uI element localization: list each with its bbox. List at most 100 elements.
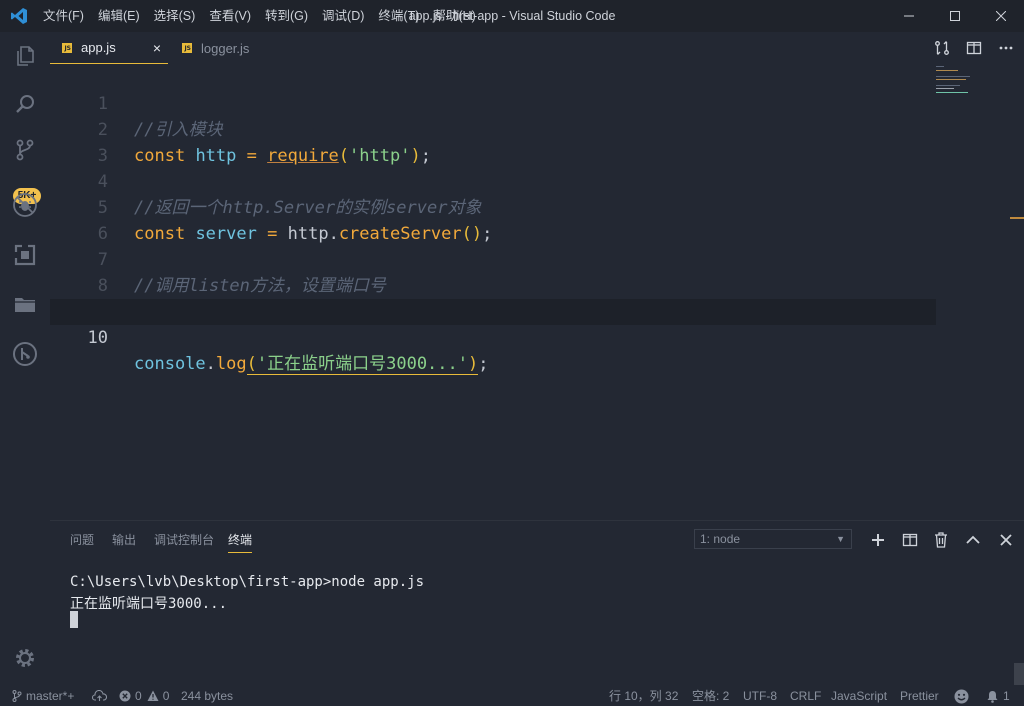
- dot: .: [205, 354, 216, 374]
- encoding[interactable]: UTF-8: [743, 686, 777, 706]
- terminal-cursor: [70, 611, 78, 628]
- menu-file[interactable]: 文件(F): [36, 0, 91, 32]
- notifications-button[interactable]: 1: [986, 686, 1010, 706]
- menu-selection[interactable]: 选择(S): [147, 0, 203, 32]
- smiley-icon: [954, 689, 969, 703]
- feedback-button[interactable]: [954, 686, 973, 706]
- kill-terminal-button[interactable]: [931, 530, 951, 550]
- close-tab-icon[interactable]: ×: [150, 32, 164, 64]
- settings-button[interactable]: [11, 644, 39, 672]
- split-icon: [902, 533, 918, 547]
- compare-changes-icon: [935, 41, 949, 55]
- source-control-icon: [16, 139, 34, 161]
- function-call: log: [215, 354, 247, 374]
- open-changes-button[interactable]: [931, 32, 953, 64]
- bell-icon: [987, 690, 998, 703]
- close-icon: [1000, 534, 1012, 546]
- maximize-icon: [950, 11, 960, 21]
- cloud-upload-icon: [92, 690, 107, 701]
- code-editor[interactable]: 1 //引入模块 2 const http = require('http');…: [50, 64, 1024, 520]
- sync-button[interactable]: [92, 686, 111, 706]
- tab-terminal[interactable]: 终端: [228, 521, 253, 559]
- line-number: 10: [87, 328, 108, 348]
- code-line: 8 server.listen(3000);: [50, 247, 936, 322]
- problems-indicator[interactable]: 0 0: [119, 686, 169, 706]
- split-terminal-button[interactable]: [900, 530, 920, 550]
- js-file-icon: JS: [62, 42, 72, 53]
- search-button[interactable]: [11, 90, 39, 118]
- bottom-panel: 问题 输出 调试控制台 终端 1: node ▼ C:\Users\lvb\De…: [50, 520, 1024, 686]
- code-line: 4 //返回一个http.Server的实例server对象: [50, 143, 936, 218]
- code-line: 9: [50, 273, 936, 322]
- folder-button[interactable]: [11, 290, 39, 318]
- menu-help[interactable]: 帮助(H): [426, 0, 482, 32]
- minimap[interactable]: [936, 64, 996, 94]
- close-window-button[interactable]: [978, 0, 1024, 32]
- search-icon: [16, 95, 34, 113]
- terminal-output-line: C:\Users\lvb\Desktop\first-app>node app.…: [70, 574, 425, 590]
- code-line-current: 10 console.log('正在监听端口号3000...');: [50, 299, 936, 375]
- git-graph-button[interactable]: [11, 340, 39, 368]
- indentation[interactable]: 空格: 2: [692, 686, 729, 706]
- extensions-icon: [14, 244, 36, 266]
- more-actions-button[interactable]: [995, 32, 1017, 64]
- chevron-down-icon: ▼: [836, 534, 845, 544]
- tab-debug-console[interactable]: 调试控制台: [154, 521, 214, 559]
- git-graph-icon: [13, 342, 37, 366]
- debug-icon: [13, 193, 37, 217]
- maximize-button[interactable]: [932, 0, 978, 32]
- maximize-panel-button[interactable]: [963, 530, 983, 550]
- menu-terminal[interactable]: 终端(T): [371, 0, 426, 32]
- formatter[interactable]: Prettier: [900, 686, 939, 706]
- chevron-up-icon: [966, 535, 980, 544]
- menu-debug[interactable]: 调试(D): [315, 0, 371, 32]
- panel-scrollbar[interactable]: [1014, 663, 1024, 685]
- tab-app-js[interactable]: JS app.js ×: [50, 32, 168, 64]
- cursor-position[interactable]: 行 10，列 32: [609, 686, 678, 706]
- more-icon: [999, 46, 1013, 50]
- menu-go[interactable]: 转到(G): [258, 0, 315, 32]
- file-size: 244 bytes: [181, 689, 234, 703]
- split-editor-icon: [966, 41, 982, 55]
- code-line: 7 //调用listen方法，设置端口号: [50, 221, 936, 296]
- js-file-icon: JS: [182, 43, 192, 53]
- terminal-output-line: 正在监听端口号3000...: [70, 596, 228, 612]
- git-branch-icon: [12, 690, 22, 702]
- terminal-selector[interactable]: 1: node ▼: [694, 529, 852, 549]
- activity-bar: 5K+: [0, 32, 50, 686]
- menu-bar: 文件(F) 编辑(E) 选择(S) 查看(V) 转到(G) 调试(D) 终端(T…: [36, 0, 483, 32]
- new-terminal-button[interactable]: [868, 530, 888, 550]
- error-icon: [119, 690, 131, 702]
- explorer-button[interactable]: [11, 42, 39, 70]
- source-control-button[interactable]: [11, 136, 39, 164]
- notification-count: 1: [1003, 689, 1010, 703]
- semicolon: ;: [478, 354, 489, 374]
- debug-button[interactable]: [11, 191, 39, 219]
- vscode-logo-icon: [10, 7, 28, 25]
- warning-count: 0: [162, 689, 170, 703]
- split-editor-button[interactable]: [963, 32, 985, 64]
- minimize-button[interactable]: [886, 0, 932, 32]
- minimize-icon: [904, 15, 914, 17]
- tab-logger-js[interactable]: JS logger.js: [182, 32, 282, 64]
- folder-icon: [15, 298, 35, 312]
- close-panel-button[interactable]: [996, 530, 1016, 550]
- object-name: console: [134, 354, 206, 374]
- close-icon: [996, 11, 1006, 21]
- tab-label: logger.js: [201, 40, 250, 56]
- tab-problems[interactable]: 问题: [70, 521, 94, 559]
- line-ending[interactable]: CRLF: [790, 686, 821, 706]
- extensions-button[interactable]: [11, 241, 39, 269]
- title-bar: 文件(F) 编辑(E) 选择(S) 查看(V) 转到(G) 调试(D) 终端(T…: [0, 0, 1024, 32]
- menu-edit[interactable]: 编辑(E): [91, 0, 147, 32]
- trash-icon: [935, 532, 947, 548]
- tab-output[interactable]: 输出: [112, 521, 136, 559]
- plus-icon: [872, 534, 884, 546]
- branch-indicator[interactable]: master*+: [12, 686, 74, 706]
- menu-view[interactable]: 查看(V): [202, 0, 258, 32]
- paren: (: [246, 354, 257, 374]
- code-line: 3: [50, 117, 936, 166]
- status-bar: master*+ 0 0 244 bytes 行 10，列 32 空格: 2 U…: [0, 686, 1024, 706]
- language-mode[interactable]: JavaScript: [831, 686, 887, 706]
- gear-icon: [16, 649, 34, 667]
